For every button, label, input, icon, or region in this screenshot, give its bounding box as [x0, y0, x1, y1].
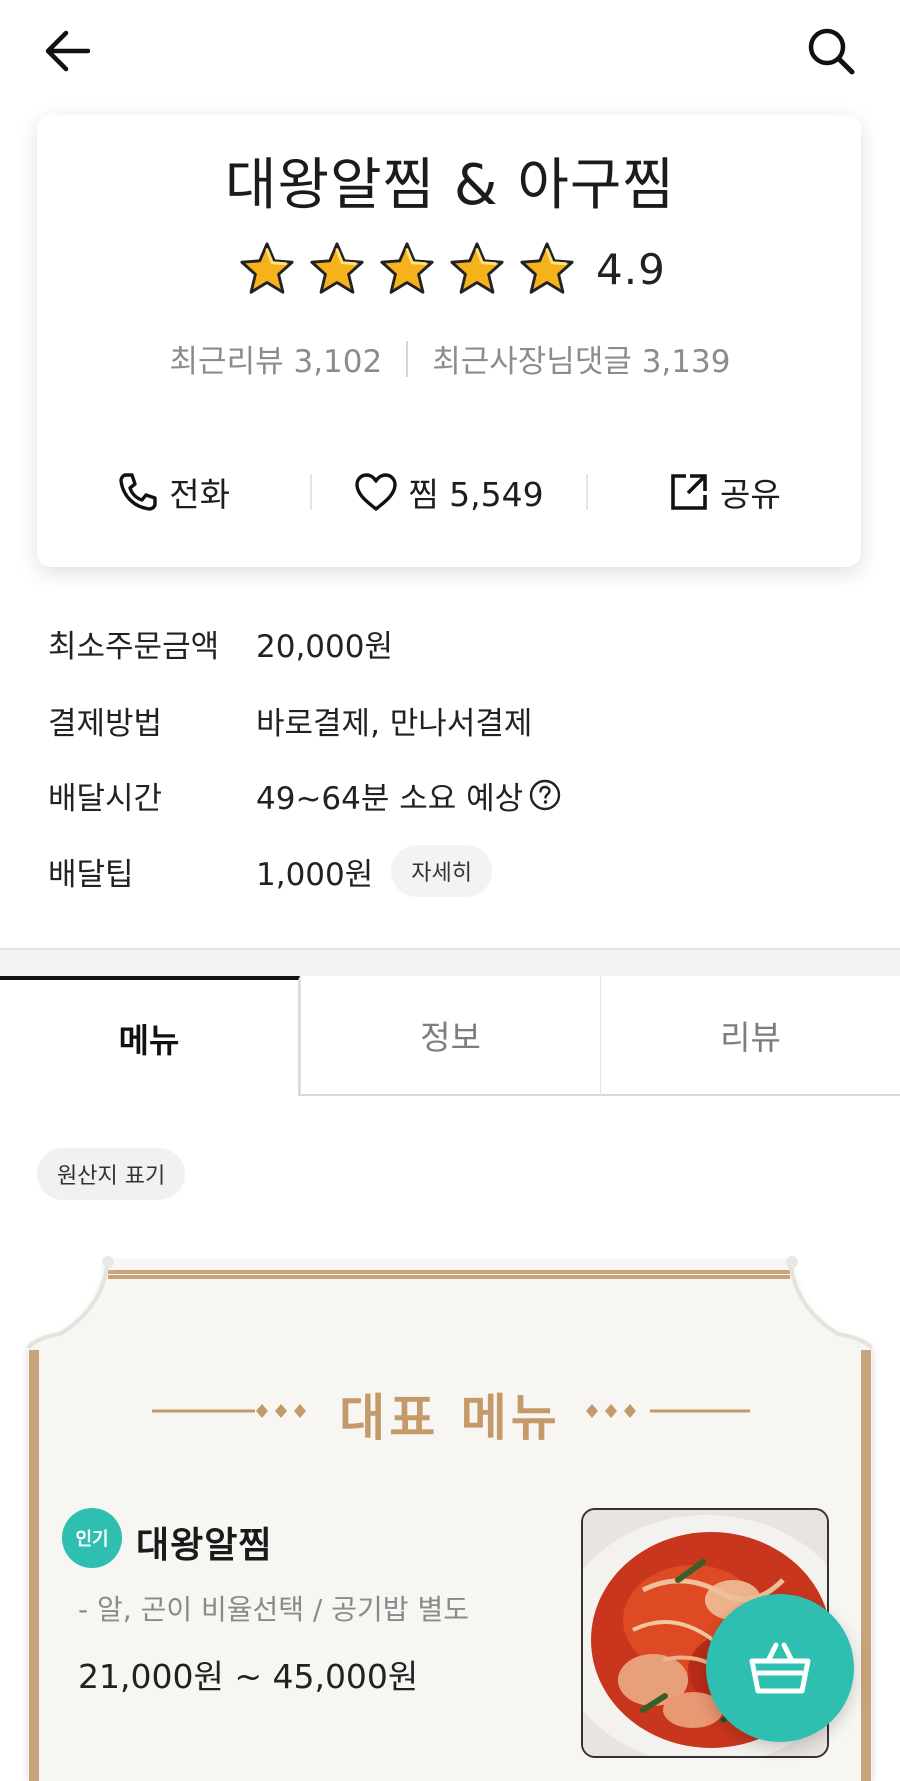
tab-bar: 메뉴 정보 리뷰 [0, 976, 900, 1096]
arrow-left-icon [45, 30, 90, 72]
menu-item-description: - 알, 곤이 비율선택 / 공기밥 별도 [78, 1593, 469, 1626]
payment-value: 바로결제, 만나서결제 [256, 705, 533, 742]
shopping-basket-icon [749, 1642, 811, 1694]
delivery-time-value: 49~64분 소요 예상 [256, 780, 524, 817]
star-icon [240, 242, 294, 294]
owner-replies-link[interactable]: 최근사장님댓글 3,139 [432, 336, 730, 381]
star-icon [520, 242, 574, 294]
delivery-tip-value: 1,000원 [256, 856, 374, 893]
question-circle-icon[interactable] [529, 779, 561, 811]
store-name: 대왕알찜 & 아구찜 [225, 153, 675, 218]
menu-item-price: 21,000원 ~ 45,000원 [78, 1657, 419, 1696]
cart-button[interactable] [706, 1594, 854, 1742]
share-button[interactable]: 공유 [588, 455, 861, 529]
origin-label-button[interactable]: 원산지 표기 [37, 1148, 186, 1200]
back-button[interactable] [38, 22, 96, 80]
search-icon [808, 28, 855, 75]
featured-menu-title: 대표 메뉴 [339, 1389, 561, 1447]
star-icon [450, 242, 504, 294]
min-order-value: 20,000원 [256, 628, 393, 665]
like-button[interactable]: 찜 5,549 [312, 455, 585, 529]
detail-button[interactable]: 자세히 [391, 845, 493, 897]
call-button[interactable]: 전화 [37, 455, 310, 529]
top-bar [0, 0, 900, 100]
star-icon [380, 242, 434, 294]
rating-row: 4.9 [238, 236, 666, 302]
search-button[interactable] [800, 20, 862, 82]
section-divider [0, 948, 900, 976]
min-order-row: 최소주문금액 20,000원 [48, 615, 868, 671]
delivery-tip-row: 배달팁 1,000원 자세히 [48, 843, 868, 899]
recent-reviews-link[interactable]: 최근리뷰 3,102 [170, 336, 383, 381]
menu-item-name[interactable]: 대왕알찜 [136, 1516, 272, 1568]
delivery-time-row: 배달시간 49~64분 소요 예상 [48, 767, 868, 823]
heart-icon [355, 473, 398, 511]
min-order-label: 최소주문금액 [48, 628, 220, 665]
tab-info[interactable]: 정보 [300, 976, 600, 1096]
popular-badge: 인기 [62, 1508, 122, 1568]
action-row: 전화 찜 5,549 공유 [37, 455, 861, 529]
payment-row: 결제방법 바로결제, 만나서결제 [48, 692, 868, 748]
review-counts: 최근리뷰 3,102 최근사장님댓글 3,139 [0, 336, 900, 381]
delivery-tip-label: 배달팁 [48, 856, 134, 893]
rating-value: 4.9 [596, 244, 666, 294]
like-label: 찜 5,549 [408, 475, 544, 514]
delivery-time-label: 배달시간 [48, 780, 163, 817]
share-icon [671, 474, 707, 510]
divider [406, 340, 409, 377]
tab-reviews[interactable]: 리뷰 [600, 976, 900, 1096]
star-icon [310, 242, 364, 294]
tab-menu[interactable]: 메뉴 [0, 976, 300, 1096]
call-label: 전화 [169, 475, 231, 514]
phone-icon [119, 473, 157, 511]
payment-label: 결제방법 [48, 705, 163, 742]
share-label: 공유 [719, 475, 781, 514]
